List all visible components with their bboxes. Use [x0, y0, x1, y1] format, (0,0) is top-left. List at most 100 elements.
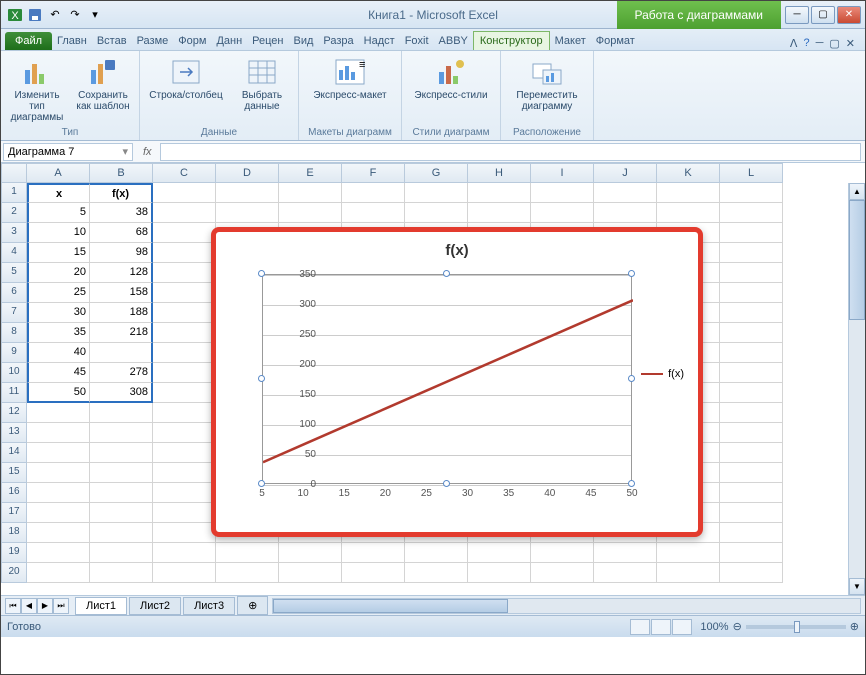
cell[interactable]: 128	[90, 263, 153, 283]
cell[interactable]	[594, 183, 657, 203]
row-header[interactable]: 10	[1, 363, 27, 383]
tab-chart-design[interactable]: Конструктор	[473, 31, 550, 50]
cell[interactable]	[279, 203, 342, 223]
cell[interactable]: 188	[90, 303, 153, 323]
row-header[interactable]: 13	[1, 423, 27, 443]
plot-area[interactable]	[262, 274, 632, 484]
formula-input[interactable]	[160, 143, 861, 161]
cell[interactable]	[90, 503, 153, 523]
maximize-button[interactable]: ▢	[811, 6, 835, 24]
close-button[interactable]: ✕	[837, 6, 861, 24]
cell[interactable]	[720, 523, 783, 543]
cell[interactable]: f(x)	[90, 183, 153, 203]
cell[interactable]	[216, 203, 279, 223]
cell[interactable]	[90, 463, 153, 483]
cell[interactable]	[279, 563, 342, 583]
cell[interactable]	[342, 203, 405, 223]
select-data-button[interactable]: Выбрать данные	[232, 54, 292, 114]
tab-foxit[interactable]: Foxit	[400, 32, 434, 50]
cell[interactable]	[153, 323, 216, 343]
cell[interactable]	[153, 283, 216, 303]
cell[interactable]	[468, 563, 531, 583]
cell[interactable]	[27, 543, 90, 563]
selection-handle[interactable]	[258, 270, 265, 277]
cell[interactable]	[279, 183, 342, 203]
cell[interactable]	[153, 523, 216, 543]
cell[interactable]: 218	[90, 323, 153, 343]
row-header[interactable]: 20	[1, 563, 27, 583]
cell[interactable]	[153, 263, 216, 283]
cell[interactable]	[720, 403, 783, 423]
cell[interactable]	[720, 323, 783, 343]
row-header[interactable]: 2	[1, 203, 27, 223]
cell[interactable]: 25	[27, 283, 90, 303]
cell[interactable]	[153, 483, 216, 503]
cell[interactable]	[720, 363, 783, 383]
cell[interactable]: 30	[27, 303, 90, 323]
tab-data[interactable]: Данн	[211, 32, 247, 50]
cell[interactable]	[153, 503, 216, 523]
cell[interactable]: 15	[27, 243, 90, 263]
normal-view-button[interactable]	[630, 619, 650, 635]
cell[interactable]	[153, 423, 216, 443]
cell[interactable]	[468, 183, 531, 203]
cell[interactable]	[279, 543, 342, 563]
vscroll-thumb[interactable]	[849, 200, 865, 320]
cell[interactable]	[342, 563, 405, 583]
name-box-dropdown-icon[interactable]: ▾	[122, 145, 128, 158]
row-header[interactable]: 9	[1, 343, 27, 363]
cell[interactable]	[720, 383, 783, 403]
cell[interactable]: 68	[90, 223, 153, 243]
cell[interactable]	[153, 563, 216, 583]
row-header[interactable]: 7	[1, 303, 27, 323]
cell[interactable]	[594, 203, 657, 223]
col-header[interactable]: B	[90, 163, 153, 183]
cell[interactable]	[153, 343, 216, 363]
zoom-level[interactable]: 100%	[700, 621, 728, 633]
switch-row-col-button[interactable]: Строка/столбец	[146, 54, 226, 103]
workbook-close-icon[interactable]: ✕	[846, 37, 855, 50]
tab-addins[interactable]: Надст	[359, 32, 400, 50]
cell[interactable]	[153, 183, 216, 203]
cell[interactable]	[657, 183, 720, 203]
cell[interactable]	[342, 543, 405, 563]
selection-handle[interactable]	[443, 480, 450, 487]
tab-developer[interactable]: Разра	[318, 32, 358, 50]
cell[interactable]	[720, 243, 783, 263]
qat-menu-icon[interactable]: ▾	[87, 7, 103, 23]
selection-handle[interactable]	[628, 480, 635, 487]
cell[interactable]	[216, 543, 279, 563]
row-header[interactable]: 17	[1, 503, 27, 523]
row-header[interactable]: 4	[1, 243, 27, 263]
cell[interactable]	[657, 543, 720, 563]
col-header[interactable]: E	[279, 163, 342, 183]
workbook-restore-icon[interactable]: ▢	[829, 37, 839, 50]
sheet-nav-first-icon[interactable]: ⏮	[5, 598, 21, 614]
cell[interactable]	[27, 523, 90, 543]
selection-handle[interactable]	[258, 480, 265, 487]
selection-handle[interactable]	[628, 375, 635, 382]
col-header[interactable]: I	[531, 163, 594, 183]
cell[interactable]	[720, 563, 783, 583]
tab-pagelayout[interactable]: Разме	[132, 32, 174, 50]
cell[interactable]: x	[27, 183, 90, 203]
cell[interactable]	[27, 443, 90, 463]
col-header[interactable]: F	[342, 163, 405, 183]
cell[interactable]: 98	[90, 243, 153, 263]
tab-formulas[interactable]: Форм	[173, 32, 211, 50]
file-tab[interactable]: Файл	[5, 32, 52, 50]
cell[interactable]	[405, 563, 468, 583]
minimize-button[interactable]: ─	[785, 6, 809, 24]
cell[interactable]	[531, 563, 594, 583]
cell[interactable]	[216, 183, 279, 203]
cell[interactable]	[90, 423, 153, 443]
minimize-ribbon-icon[interactable]: ᐱ	[790, 37, 798, 50]
cell[interactable]	[216, 563, 279, 583]
scroll-down-icon[interactable]: ▼	[849, 578, 865, 595]
cell[interactable]	[720, 483, 783, 503]
cell[interactable]	[720, 423, 783, 443]
col-header[interactable]: D	[216, 163, 279, 183]
chart-object[interactable]: f(x) f(x) 050100150200250300350510152025…	[211, 227, 703, 537]
vertical-scrollbar[interactable]: ▲ ▼	[848, 183, 865, 595]
cell[interactable]: 308	[90, 383, 153, 403]
